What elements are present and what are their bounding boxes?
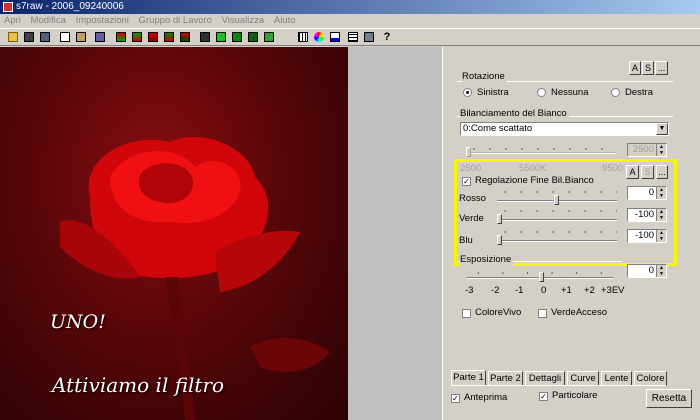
ev-label-m2: -2: [491, 285, 500, 296]
temperature-slider[interactable]: [466, 152, 616, 154]
radio-nessuna-label[interactable]: Nessuna: [551, 87, 589, 99]
menu-visualizza[interactable]: Visualizza: [222, 14, 265, 28]
save-icon[interactable]: [22, 30, 36, 44]
caption-attiviamo: Attiviamo il filtro: [52, 373, 225, 397]
exposure-value: 0: [648, 265, 654, 276]
exposure-input[interactable]: 0 ▲ ▼: [627, 264, 667, 278]
menu-modifica[interactable]: Modifica: [31, 14, 66, 28]
tab-parte-2[interactable]: Parte 2: [488, 371, 523, 386]
exposure-thumb[interactable]: [539, 272, 544, 282]
help-icon[interactable]: ?: [380, 30, 394, 44]
radio-destra-label[interactable]: Destra: [625, 87, 653, 99]
cube-icon[interactable]: [93, 30, 107, 44]
exposure-title: Esposizione: [460, 254, 514, 266]
ev-label-p1: +1: [561, 285, 572, 296]
paint-icon[interactable]: [198, 30, 212, 44]
temperature-input[interactable]: 2500 ▲ ▼: [627, 143, 667, 157]
window-title: s7raw - 2006_09240006: [16, 1, 124, 12]
menu-aiuto[interactable]: Aiuto: [274, 14, 296, 28]
save-as-icon[interactable]: [38, 30, 52, 44]
colorevivo-label[interactable]: ColoreVivo: [475, 307, 521, 319]
ev-label-m3: -3: [465, 285, 474, 296]
chevron-down-icon[interactable]: ▼: [656, 123, 668, 135]
verdeacceso-checkbox[interactable]: [538, 309, 547, 318]
paste-icon[interactable]: [74, 30, 88, 44]
rotation-title: Rotazione: [462, 71, 507, 83]
temperature-value: 2500: [632, 144, 654, 155]
tab-parte-1[interactable]: Parte 1: [451, 370, 486, 386]
open-icon[interactable]: [6, 30, 20, 44]
green-square-icon[interactable]: [246, 30, 260, 44]
tab-dettagli[interactable]: Dettagli: [525, 371, 565, 386]
highlight-box: [454, 159, 677, 266]
tab-curve[interactable]: Curve: [567, 371, 599, 386]
white-balance-mode-value: 0:Come scattato: [463, 123, 533, 134]
green-square-icon[interactable]: [214, 30, 228, 44]
verdeacceso-label[interactable]: VerdeAcceso: [551, 307, 607, 319]
radio-sinistra[interactable]: [463, 88, 472, 97]
particolare-checkbox[interactable]: ✓: [539, 392, 548, 401]
ev-label-m1: -1: [515, 285, 524, 296]
rose-image: [60, 136, 330, 420]
reset-button[interactable]: Resetta: [646, 389, 692, 408]
radio-sinistra-label[interactable]: Sinistra: [477, 87, 509, 99]
tab-divider: [451, 385, 666, 386]
copy-icon[interactable]: [58, 30, 72, 44]
filter-icon[interactable]: [162, 30, 176, 44]
anteprima-checkbox[interactable]: ✓: [451, 394, 460, 403]
ev-label-0: 0: [541, 285, 547, 296]
spinner-icon[interactable]: ▲ ▼: [656, 144, 666, 156]
anteprima-label[interactable]: Anteprima: [464, 392, 507, 404]
colorevivo-checkbox[interactable]: [462, 309, 471, 318]
filter-icon[interactable]: [146, 30, 160, 44]
title-bar: s7raw - 2006_09240006: [0, 0, 700, 14]
grid-icon[interactable]: [346, 30, 360, 44]
white-balance-title: Bilanciamento del Bianco: [460, 108, 569, 120]
grid-icon[interactable]: [296, 30, 310, 44]
auto-button[interactable]: A: [629, 61, 641, 75]
menu-gruppo-di-lavoro[interactable]: Gruppo di Lavoro: [139, 14, 212, 28]
tab-colore[interactable]: Colore: [634, 371, 667, 386]
set-button[interactable]: S: [642, 61, 654, 75]
app-icon: [3, 2, 13, 12]
brush-icon[interactable]: [362, 30, 376, 44]
radio-nessuna[interactable]: [537, 88, 546, 97]
white-balance-mode-select[interactable]: 0:Come scattato ▼: [460, 122, 669, 136]
green-square-icon[interactable]: [262, 30, 276, 44]
caption-uno: UNO!: [50, 311, 106, 333]
image-preview: UNO! Attiviamo il filtro: [0, 47, 348, 420]
toolbar: ?: [0, 28, 700, 46]
filter-icon[interactable]: [130, 30, 144, 44]
filter-icon[interactable]: [178, 30, 192, 44]
image-background: [348, 47, 442, 420]
temperature-ticks: [466, 148, 616, 150]
tab-lente[interactable]: Lente: [601, 371, 632, 386]
menu-bar: Apri Modifica Impostazioni Gruppo di Lav…: [0, 14, 700, 28]
particolare-label[interactable]: Particolare: [552, 390, 597, 402]
menu-impostazioni[interactable]: Impostazioni: [76, 14, 129, 28]
more-button[interactable]: ...: [655, 61, 668, 75]
temperature-thumb[interactable]: [466, 147, 471, 157]
radio-destra[interactable]: [611, 88, 620, 97]
ev-label-p3: +3EV: [601, 285, 625, 296]
filter-icon[interactable]: [114, 30, 128, 44]
ev-label-p2: +2: [584, 285, 595, 296]
menu-apri[interactable]: Apri: [4, 14, 21, 28]
green-square-icon[interactable]: [230, 30, 244, 44]
palette-icon[interactable]: [312, 30, 326, 44]
spinner-icon[interactable]: ▲ ▼: [656, 265, 666, 277]
app-window: s7raw - 2006_09240006 Apri Modifica Impo…: [0, 0, 700, 420]
histogram-icon[interactable]: [328, 30, 342, 44]
